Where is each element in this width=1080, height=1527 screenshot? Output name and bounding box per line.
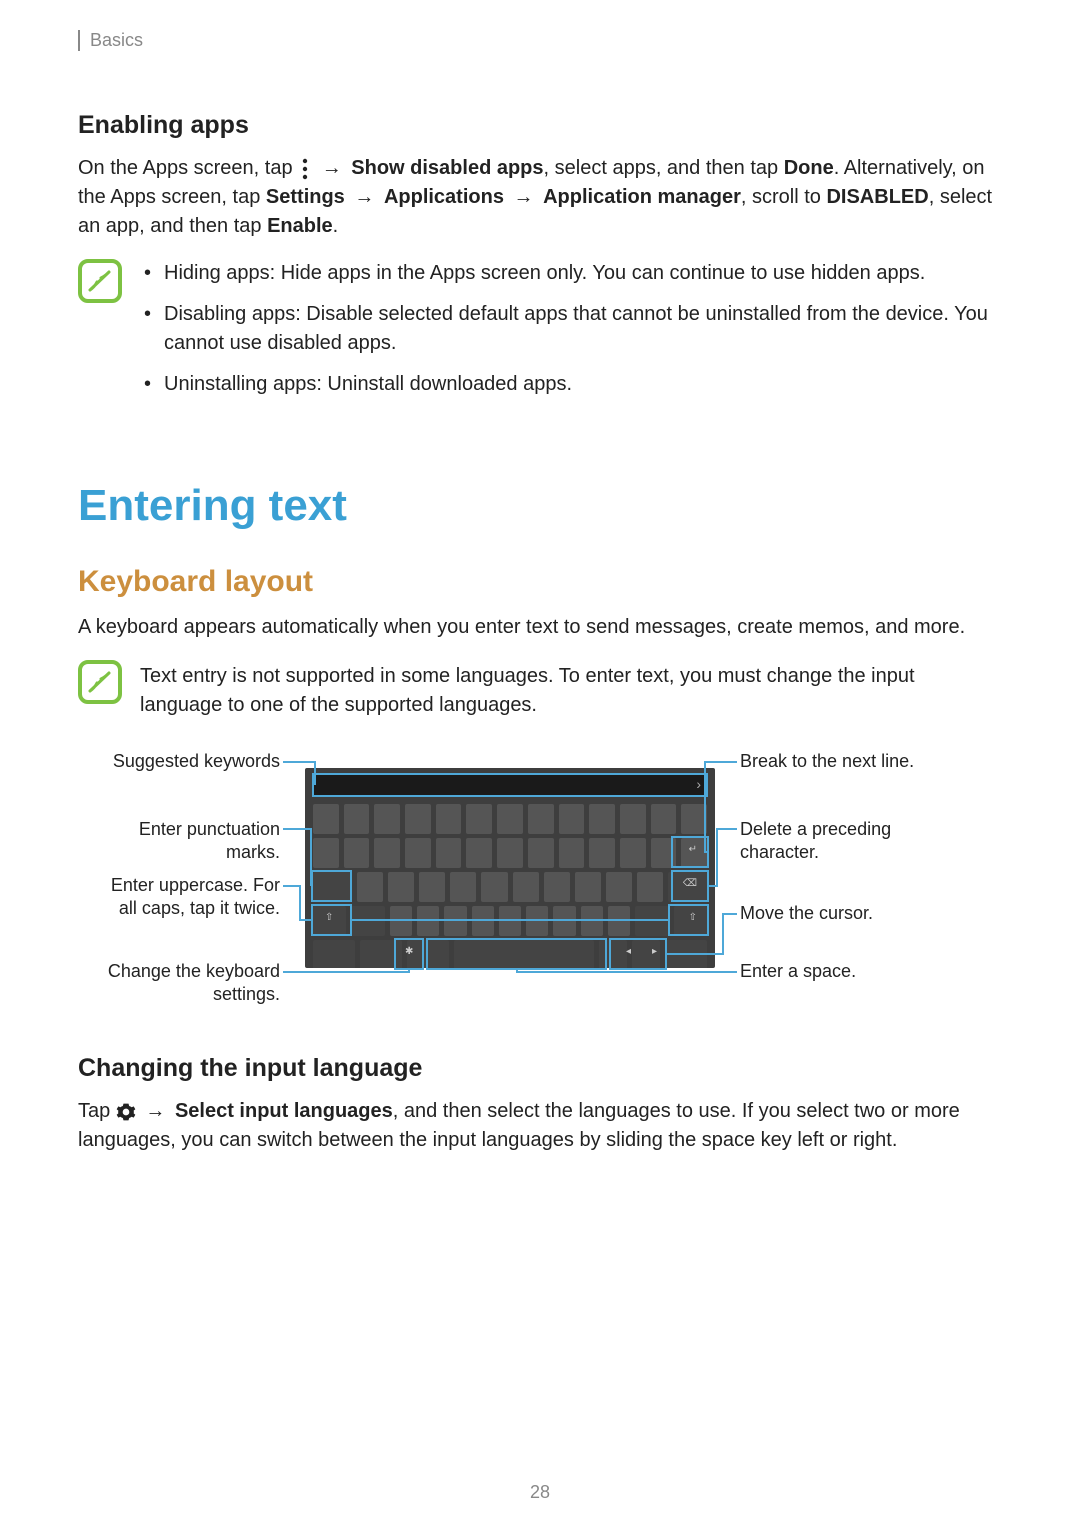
note-icon [78,259,122,303]
text-bold: Select input languages [175,1100,393,1122]
note-bullet-list: Hiding apps: Hide apps in the Apps scree… [140,259,1002,411]
text: , scroll to [741,186,827,208]
callout-connectors [105,744,975,1014]
arrow-icon: → [136,1100,175,1122]
keyboard-layout-intro: A keyboard appears automatically when yo… [78,613,1002,642]
gear-icon [116,1102,136,1122]
page-number: 28 [0,1482,1080,1503]
heading-changing-input-language: Changing the input language [78,1054,1002,1083]
keyboard-diagram: Suggested keywords Enter punctuation mar… [105,744,975,1014]
arrow-icon: → [312,157,351,179]
more-vertical-icon [302,158,308,180]
text-bold: Show disabled apps [351,157,543,179]
text-bold: DISABLED [826,186,928,208]
text-bold: Done [784,157,834,179]
list-item: Disabling apps: Disable selected default… [140,300,1002,358]
note-text: Text entry is not supported in some lang… [140,660,1002,720]
list-item: Uninstalling apps: Uninstall downloaded … [140,370,1002,399]
note-block-apps: Hiding apps: Hide apps in the Apps scree… [78,259,1002,411]
text: , select apps, and then tap [544,157,784,179]
arrow-icon: → [504,186,543,208]
note-icon [78,660,122,704]
list-item: Hiding apps: Hide apps in the Apps scree… [140,259,1002,288]
text-bold: Settings [266,186,345,208]
running-header: Basics [78,30,1002,51]
text: On the Apps screen, tap [78,157,298,179]
manual-page: Basics Enabling apps On the Apps screen,… [0,0,1080,1195]
text-bold: Application manager [543,186,741,208]
arrow-icon: → [345,186,384,208]
text: . [333,215,339,237]
heading-entering-text: Entering text [78,481,1002,531]
text: Tap [78,1100,116,1122]
note-block-language: Text entry is not supported in some lang… [78,660,1002,720]
heading-enabling-apps: Enabling apps [78,111,1002,140]
heading-keyboard-layout: Keyboard layout [78,565,1002,599]
text-bold: Enable [267,215,333,237]
text-bold: Applications [384,186,504,208]
changing-lang-paragraph: Tap → Select input languages, and then s… [78,1097,1002,1155]
enabling-apps-paragraph: On the Apps screen, tap → Show disabled … [78,154,1002,241]
